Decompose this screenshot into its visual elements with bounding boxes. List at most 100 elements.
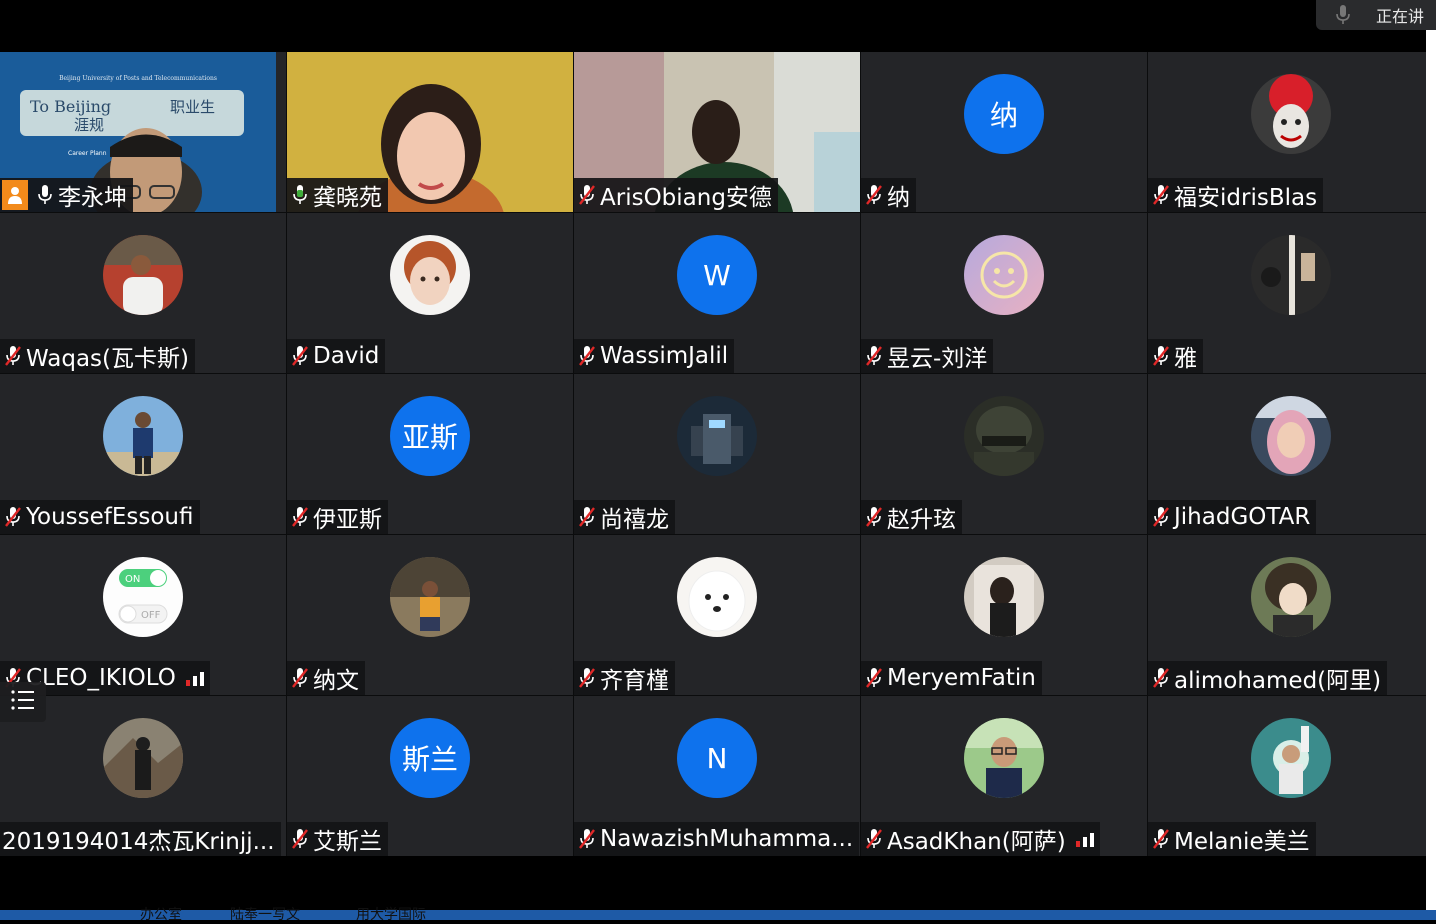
top-bar bbox=[0, 0, 1436, 52]
participant-tile[interactable]: 尚禧龙 bbox=[574, 374, 860, 534]
speaking-label: 正在讲 bbox=[1376, 7, 1425, 26]
participant-avatar bbox=[1251, 235, 1331, 315]
participant-name-label: JihadGOTAR bbox=[1148, 500, 1317, 534]
participant-name: Waqas(瓦卡斯) bbox=[26, 346, 189, 372]
participant-avatar: N bbox=[677, 718, 757, 798]
participant-name: 齐育槿 bbox=[600, 668, 669, 694]
participant-name-label: MeryemFatin bbox=[861, 661, 1042, 695]
slide-line5: Career Plann bbox=[68, 150, 107, 157]
participant-name: AsadKhan(阿萨) bbox=[887, 829, 1066, 855]
participant-name: NawazishMuhamma... bbox=[600, 826, 854, 852]
muted-mic-icon bbox=[576, 505, 598, 529]
participant-name-label: 尚禧龙 bbox=[574, 500, 675, 534]
participant-tile[interactable]: JihadGOTAR bbox=[1148, 374, 1434, 534]
participant-tile[interactable]: 斯兰艾斯兰 bbox=[287, 696, 573, 856]
taskbar-item[interactable]: 陆奉一写文 bbox=[230, 904, 300, 924]
taskbar-item[interactable]: 办公室 bbox=[140, 904, 182, 924]
participant-name: 艾斯兰 bbox=[313, 829, 382, 855]
participant-name-label: 雅 bbox=[1148, 339, 1203, 373]
microphone-icon bbox=[289, 183, 311, 207]
participant-name-label: Waqas(瓦卡斯) bbox=[0, 339, 195, 373]
participant-name: alimohamed(阿里) bbox=[1174, 668, 1382, 694]
list-icon bbox=[10, 688, 36, 716]
slide-line1: Beijing University of Posts and Telecomm… bbox=[59, 75, 217, 82]
participant-tile[interactable]: ArisObiang安德 bbox=[574, 52, 860, 212]
participant-name: 福安idrisBlas bbox=[1174, 185, 1318, 211]
participant-name-label: YoussefEssoufi bbox=[0, 500, 200, 534]
speaking-indicator[interactable]: 正在讲 bbox=[1316, 0, 1436, 30]
participant-tile[interactable]: David bbox=[287, 213, 573, 373]
participant-name: David bbox=[313, 343, 380, 369]
participant-avatar bbox=[1251, 557, 1331, 637]
participant-avatar bbox=[103, 718, 183, 798]
participant-name-label: AsadKhan(阿萨) bbox=[861, 822, 1100, 856]
participant-tile[interactable]: ON OFF CLEO_IKIOLO bbox=[0, 535, 286, 695]
participant-avatar bbox=[1251, 74, 1331, 154]
muted-mic-icon bbox=[863, 505, 885, 529]
participant-tile[interactable]: 亚斯 伊亚斯 bbox=[287, 374, 573, 534]
participant-tile[interactable]: 龚晓苑 bbox=[287, 52, 573, 212]
participant-name-label: 齐育槿 bbox=[574, 661, 675, 695]
participant-name-label: 赵升玹 bbox=[861, 500, 962, 534]
participant-avatar bbox=[1251, 396, 1331, 476]
participant-tile[interactable]: 昱云-刘洋 bbox=[861, 213, 1147, 373]
participant-name: WassimJalil bbox=[600, 343, 729, 369]
participant-avatar: 亚斯 bbox=[390, 396, 470, 476]
participant-tile[interactable]: 纳文 bbox=[287, 535, 573, 695]
participant-name: 纳文 bbox=[313, 668, 359, 694]
participant-name: 雅 bbox=[1174, 346, 1197, 372]
participant-name: Melanie美兰 bbox=[1174, 829, 1310, 855]
muted-mic-icon bbox=[863, 666, 885, 690]
participant-name: 纳 bbox=[887, 185, 910, 211]
muted-mic-icon bbox=[863, 183, 885, 207]
participant-name-label: David bbox=[287, 339, 386, 373]
participant-grid: Beijing University of Posts and Telecomm… bbox=[0, 52, 1434, 856]
slide-line2: To Beijing bbox=[30, 97, 111, 116]
participant-name: CLEO_IKIOLO bbox=[26, 665, 176, 691]
participant-name: 赵升玹 bbox=[887, 507, 956, 533]
window-edge bbox=[1426, 30, 1436, 910]
participant-name-label: 纳 bbox=[861, 178, 916, 212]
participant-tile[interactable]: AsadKhan(阿萨) bbox=[861, 696, 1147, 856]
participant-avatar bbox=[964, 396, 1044, 476]
participant-list-button[interactable] bbox=[0, 682, 46, 722]
participant-name-label: 艾斯兰 bbox=[287, 822, 388, 856]
participant-avatar: W bbox=[677, 235, 757, 315]
participant-tile[interactable]: N NawazishMuhamma... bbox=[574, 696, 860, 856]
participant-tile[interactable]: Melanie美兰 bbox=[1148, 696, 1434, 856]
toggle-on-text: ON bbox=[125, 574, 140, 585]
taskbar-item[interactable]: 用大学国际 bbox=[356, 904, 426, 924]
participant-tile[interactable]: 齐育槿 bbox=[574, 535, 860, 695]
participant-avatar bbox=[1251, 718, 1331, 798]
participant-name-label: Melanie美兰 bbox=[1148, 822, 1316, 856]
participant-tile[interactable]: 纳纳 bbox=[861, 52, 1147, 212]
muted-mic-icon bbox=[2, 344, 24, 368]
participant-name-label: WassimJalil bbox=[574, 339, 735, 373]
participant-avatar bbox=[964, 718, 1044, 798]
participant-tile[interactable]: YoussefEssoufi bbox=[0, 374, 286, 534]
host-icon bbox=[2, 180, 28, 210]
participant-avatar bbox=[390, 557, 470, 637]
participant-avatar bbox=[964, 557, 1044, 637]
participant-name-label: 李永坤 bbox=[0, 178, 133, 212]
participant-tile[interactable]: 雅 bbox=[1148, 213, 1434, 373]
participant-tile[interactable]: Beijing University of Posts and Telecomm… bbox=[0, 52, 286, 212]
participant-tile[interactable]: 赵升玹 bbox=[861, 374, 1147, 534]
participant-tile[interactable]: MeryemFatin bbox=[861, 535, 1147, 695]
participant-avatar: 斯兰 bbox=[390, 718, 470, 798]
participant-name: 尚禧龙 bbox=[600, 507, 669, 533]
participant-name: 2019194014杰瓦Krinjj... bbox=[2, 829, 275, 855]
participant-avatar bbox=[677, 557, 757, 637]
signal-strength-icon bbox=[1075, 831, 1094, 847]
participant-name: JihadGOTAR bbox=[1174, 504, 1311, 530]
muted-mic-icon bbox=[863, 344, 885, 368]
participant-tile[interactable]: alimohamed(阿里) bbox=[1148, 535, 1434, 695]
muted-mic-icon bbox=[289, 827, 311, 851]
microphone-icon bbox=[1330, 2, 1356, 28]
participant-avatar bbox=[103, 396, 183, 476]
participant-name: 龚晓苑 bbox=[313, 185, 382, 211]
participant-tile[interactable]: 福安idrisBlas bbox=[1148, 52, 1434, 212]
participant-tile[interactable]: W WassimJalil bbox=[574, 213, 860, 373]
muted-mic-icon bbox=[576, 183, 598, 207]
participant-tile[interactable]: Waqas(瓦卡斯) bbox=[0, 213, 286, 373]
